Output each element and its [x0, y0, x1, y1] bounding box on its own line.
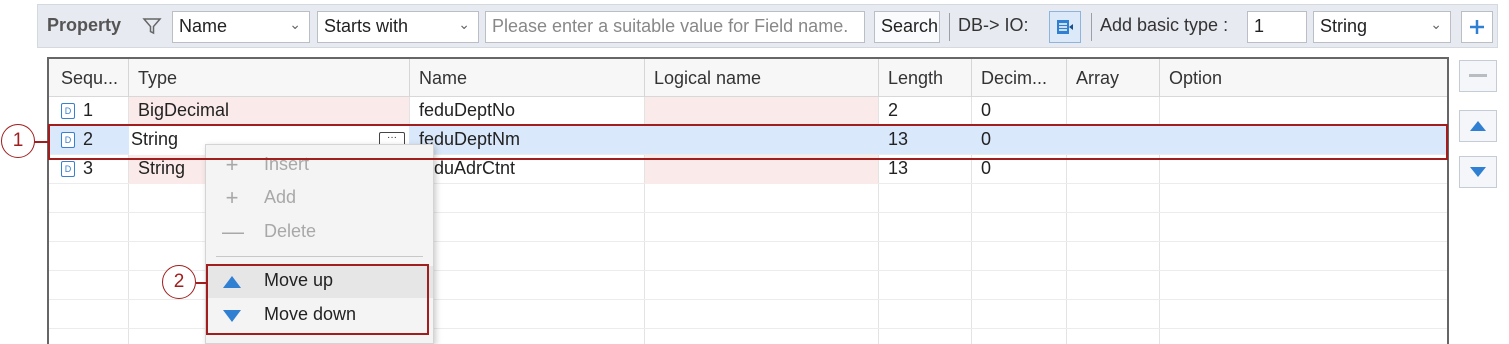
minus-icon	[1469, 74, 1487, 77]
count-input[interactable]: 1	[1247, 11, 1307, 43]
highlight-move-items	[206, 264, 429, 335]
column-header-logical-name[interactable]: Logical name	[654, 68, 761, 89]
cell-decimal[interactable]: 0	[981, 158, 991, 179]
menu-item-label: Add	[264, 187, 297, 207]
callout-connector	[196, 282, 206, 284]
operator-select-value: Starts with	[324, 16, 409, 36]
search-input-placeholder: Please enter a suitable value for Field …	[492, 16, 849, 36]
field-select-value: Name	[179, 16, 228, 36]
plus-icon: +	[225, 185, 239, 210]
data-field-icon: D	[61, 161, 75, 177]
toolbar-divider	[1091, 13, 1092, 41]
column-header-decimal[interactable]: Decim...	[981, 68, 1047, 89]
search-input[interactable]: Please enter a suitable value for Field …	[485, 11, 865, 43]
cell-decimal[interactable]: 0	[981, 100, 991, 121]
toolbar-title: Property	[47, 15, 122, 35]
db-io-icon	[1057, 20, 1073, 34]
grid-header: Sequ... Type Name Logical name Length De…	[49, 59, 1447, 97]
move-up-button[interactable]	[1459, 110, 1497, 142]
cell-type[interactable]: String	[138, 158, 185, 179]
column-header-name[interactable]: Name	[419, 68, 467, 89]
table-row[interactable]: D 1 BigDecimal feduDeptNo 2 0	[49, 97, 1447, 126]
column-header-length[interactable]: Length	[888, 68, 943, 89]
db-to-io-button[interactable]	[1049, 11, 1081, 43]
field-select[interactable]: Name ⌄	[172, 11, 310, 43]
cell-sequence: 1	[83, 100, 94, 120]
column-header-sequence[interactable]: Sequ...	[61, 68, 118, 89]
remove-button[interactable]	[1459, 60, 1497, 92]
add-basic-type-label: Add basic type :	[1100, 15, 1229, 35]
highlight-selected-row	[48, 124, 1448, 160]
column-header-type[interactable]: Type	[138, 68, 177, 89]
cell-type[interactable]: BigDecimal	[138, 100, 229, 121]
operator-select[interactable]: Starts with ⌄	[317, 11, 479, 43]
menu-item-label: Delete	[264, 221, 317, 241]
menu-item-delete[interactable]: — Delete	[206, 217, 433, 249]
callout-badge-1: 1	[1, 124, 35, 158]
triangle-up-icon	[1470, 121, 1486, 131]
data-field-icon: D	[61, 103, 75, 119]
basic-type-select-value: String	[1320, 16, 1368, 36]
cell-name[interactable]: feduDeptNo	[419, 100, 515, 121]
column-header-option[interactable]: Option	[1169, 68, 1222, 89]
triangle-down-icon	[1470, 167, 1486, 177]
db-io-label: DB-> IO:	[958, 15, 1029, 35]
move-down-button[interactable]	[1459, 156, 1497, 188]
column-header-array[interactable]: Array	[1076, 68, 1119, 89]
chevron-down-icon: ⌄	[1430, 16, 1442, 32]
menu-item-add[interactable]: + Add	[206, 183, 433, 215]
chevron-down-icon: ⌄	[458, 16, 470, 32]
cell-length[interactable]: 13	[888, 158, 908, 179]
property-toolbar: Property Name ⌄ Starts with ⌄ Please ent…	[37, 4, 1498, 48]
toolbar-divider	[949, 13, 950, 41]
basic-type-select[interactable]: String ⌄	[1313, 11, 1451, 43]
cell-sequence: 3	[83, 158, 94, 178]
search-button[interactable]: Search	[874, 11, 940, 43]
cell-length[interactable]: 2	[888, 100, 898, 121]
filter-icon	[142, 16, 162, 41]
add-type-button[interactable]	[1461, 11, 1493, 43]
menu-separator	[216, 256, 423, 257]
callout-connector	[34, 141, 48, 143]
chevron-down-icon: ⌄	[289, 16, 301, 32]
callout-badge-2: 2	[162, 265, 196, 299]
minus-icon: —	[222, 219, 244, 244]
plus-icon	[1470, 20, 1484, 34]
